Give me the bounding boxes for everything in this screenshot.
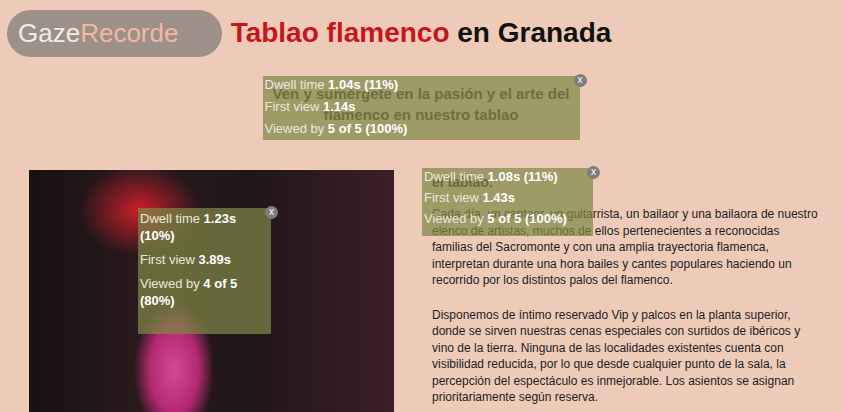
article: el tablao.Cada día, un cantaor, un guita… (432, 170, 822, 412)
gaze-overlay: Dwell time 1.04s (11%) First view 1.14s Vi… (263, 76, 580, 140)
gaze-stat: Viewed by 5 of 5 (100%) (265, 121, 578, 137)
gaze-stat: Dwell time 1.08s (11%) (424, 169, 591, 185)
gaze-stat: Viewed by 4 of 5 (80%) (140, 275, 269, 309)
page: GazeRecordeTablao flamenco en GranadaVen… (0, 0, 842, 412)
gaze-stat: Dwell time 1.04s (11%) (265, 77, 578, 93)
gaze-stat: First view 1.43s (424, 190, 591, 206)
gaze-stat: Dwell time 1.23s (10%) (140, 210, 269, 244)
gaze-overlay: Dwell time 1.23s (10%) First view 3.89s Vi… (138, 208, 271, 334)
close-button[interactable]: x (574, 74, 587, 87)
gaze-overlay: Dwell time 1.08s (11%) First view 1.43s Vi… (422, 168, 593, 236)
page-title: Tablao flamenco en Granada (0, 0, 842, 52)
gaze-recorder-logo: GazeRecorde (7, 10, 222, 57)
gaze-stat: First view 1.14s (265, 99, 578, 115)
gaze-stat: First view 3.89s (140, 251, 269, 268)
close-button[interactable]: x (587, 166, 600, 179)
close-button[interactable]: x (265, 206, 278, 219)
gaze-stat: Viewed by 5 of 5 (100%) (424, 211, 591, 227)
article-paragraph: Disponemos de íntimo reservado Vip y pal… (432, 307, 822, 406)
flamenco-photo: Dwell time 1.23s (10%) First view 3.89s Vi… (29, 170, 394, 412)
